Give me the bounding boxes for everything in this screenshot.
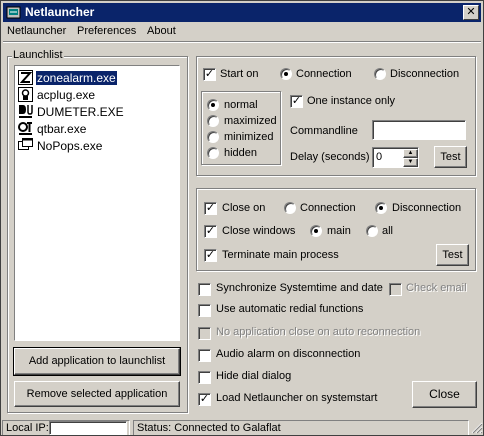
launchlist-listbox[interactable]: zonealarm.exe acplug.exe DUMETER.EXE qtb… <box>14 65 180 341</box>
status-bar: Local IP: Status: Connected to Galaflat <box>1 419 483 435</box>
terminate-label: Terminate main process <box>222 249 339 261</box>
no-app-close-label: No application close on auto reconnectio… <box>216 326 421 338</box>
one-instance-checkbox[interactable]: ✓ <box>290 95 303 108</box>
start-connection-label: Connection <box>296 68 352 80</box>
spin-down-icon[interactable]: ▼ <box>403 158 418 167</box>
check-email-label: Check email <box>406 282 467 294</box>
hide-dial-checkbox[interactable] <box>198 371 211 384</box>
close-button[interactable]: Close <box>412 381 477 408</box>
start-on-label: Start on <box>220 68 259 80</box>
close-all-label: all <box>382 225 394 237</box>
close-main-label: main <box>327 225 351 237</box>
launchlist-label: Launchlist <box>12 49 64 61</box>
local-ip-pane: Local IP: <box>2 420 130 435</box>
state-minimized-radio[interactable] <box>207 131 219 143</box>
list-item-label: acplug.exe <box>37 88 96 102</box>
list-item-nopops[interactable]: NoPops.exe <box>18 138 178 154</box>
hide-dial-label: Hide dial dialog <box>216 370 292 382</box>
state-hidden-label: hidden <box>224 147 258 159</box>
list-item-dumeter[interactable]: DUMETER.EXE <box>18 104 178 120</box>
close-all-radio[interactable] <box>366 225 378 237</box>
terminate-checkbox[interactable]: ✓ <box>204 249 217 262</box>
close-icon[interactable]: ✕ <box>463 5 479 20</box>
close-test-button[interactable]: Test <box>436 244 469 266</box>
add-application-button[interactable]: Add application to launchlist <box>13 347 181 376</box>
list-item-zonealarm[interactable]: zonealarm.exe <box>18 70 178 86</box>
delay-label: Delay (seconds) <box>290 151 370 163</box>
start-connection-radio[interactable] <box>280 68 292 80</box>
state-hidden-radio[interactable] <box>207 147 219 159</box>
menu-about[interactable]: About <box>147 25 176 37</box>
spin-up-icon[interactable]: ▲ <box>403 149 418 158</box>
list-item-qtbar[interactable]: qtbar.exe <box>18 121 178 137</box>
list-item-label: zonealarm.exe <box>36 71 117 85</box>
list-item-label: DUMETER.EXE <box>37 105 124 119</box>
dumeter-icon <box>18 104 33 119</box>
close-disconnection-label: Disconnection <box>392 202 462 214</box>
window-title: Netlauncher <box>25 5 95 19</box>
check-email-checkbox <box>389 283 402 296</box>
zonealarm-icon <box>18 70 33 85</box>
load-on-start-label: Load Netlauncher on systemstart <box>216 392 378 404</box>
state-maximized-radio[interactable] <box>207 115 219 127</box>
close-windows-checkbox[interactable]: ✓ <box>204 225 217 238</box>
acplug-icon <box>18 87 33 102</box>
start-disconnection-radio[interactable] <box>374 68 386 80</box>
list-item-label: NoPops.exe <box>37 139 103 153</box>
size-grip-icon[interactable] <box>471 422 483 434</box>
sync-time-label: Synchronize Systemtime and date <box>216 282 383 294</box>
start-on-checkbox[interactable]: ✓ <box>203 68 216 81</box>
list-item-label: qtbar.exe <box>37 122 87 136</box>
close-connection-label: Connection <box>300 202 356 214</box>
close-main-radio[interactable] <box>310 225 322 237</box>
commandline-input[interactable] <box>372 120 466 140</box>
one-instance-label: One instance only <box>307 95 396 107</box>
auto-redial-checkbox[interactable] <box>198 304 211 317</box>
delay-spinbox[interactable]: 0 ▲ ▼ <box>372 147 419 168</box>
qtbar-icon <box>18 121 33 136</box>
start-test-button[interactable]: Test <box>434 146 467 168</box>
netlauncher-window: Netlauncher ✕ Netlauncher Preferences Ab… <box>0 0 484 436</box>
menu-preferences[interactable]: Preferences <box>77 25 136 37</box>
menu-bar: Netlauncher Preferences About <box>3 23 481 41</box>
close-on-label: Close on <box>222 202 266 214</box>
close-windows-label: Close windows <box>222 225 296 237</box>
delay-value: 0 <box>376 151 383 163</box>
status-pane: Status: Connected to Galaflat <box>133 420 469 435</box>
menu-netlauncher[interactable]: Netlauncher <box>7 25 66 37</box>
state-normal-radio[interactable] <box>207 99 219 111</box>
state-minimized-label: minimized <box>224 131 274 143</box>
local-ip-label: Local IP: <box>6 422 49 434</box>
sync-time-checkbox[interactable] <box>198 283 211 296</box>
remove-application-button[interactable]: Remove selected application <box>14 381 180 407</box>
close-connection-radio[interactable] <box>284 202 296 214</box>
state-normal-label: normal <box>224 99 258 111</box>
commandline-label: Commandline <box>290 125 358 137</box>
no-app-close-checkbox <box>198 327 211 340</box>
audio-alarm-label: Audio alarm on disconnection <box>216 348 361 360</box>
menu-divider <box>3 41 481 43</box>
close-on-checkbox[interactable]: ✓ <box>204 202 217 215</box>
audio-alarm-checkbox[interactable] <box>198 349 211 362</box>
app-icon <box>6 6 21 19</box>
state-maximized-label: maximized <box>224 115 277 127</box>
close-disconnection-radio[interactable] <box>375 202 387 214</box>
auto-redial-label: Use automatic redial functions <box>216 303 364 315</box>
start-disconnection-label: Disconnection <box>390 68 460 80</box>
nopops-icon <box>18 138 33 150</box>
list-item-acplug[interactable]: acplug.exe <box>18 87 178 103</box>
load-on-start-checkbox[interactable]: ✓ <box>198 393 211 406</box>
local-ip-value <box>49 421 127 435</box>
title-bar[interactable]: Netlauncher ✕ <box>3 3 481 22</box>
